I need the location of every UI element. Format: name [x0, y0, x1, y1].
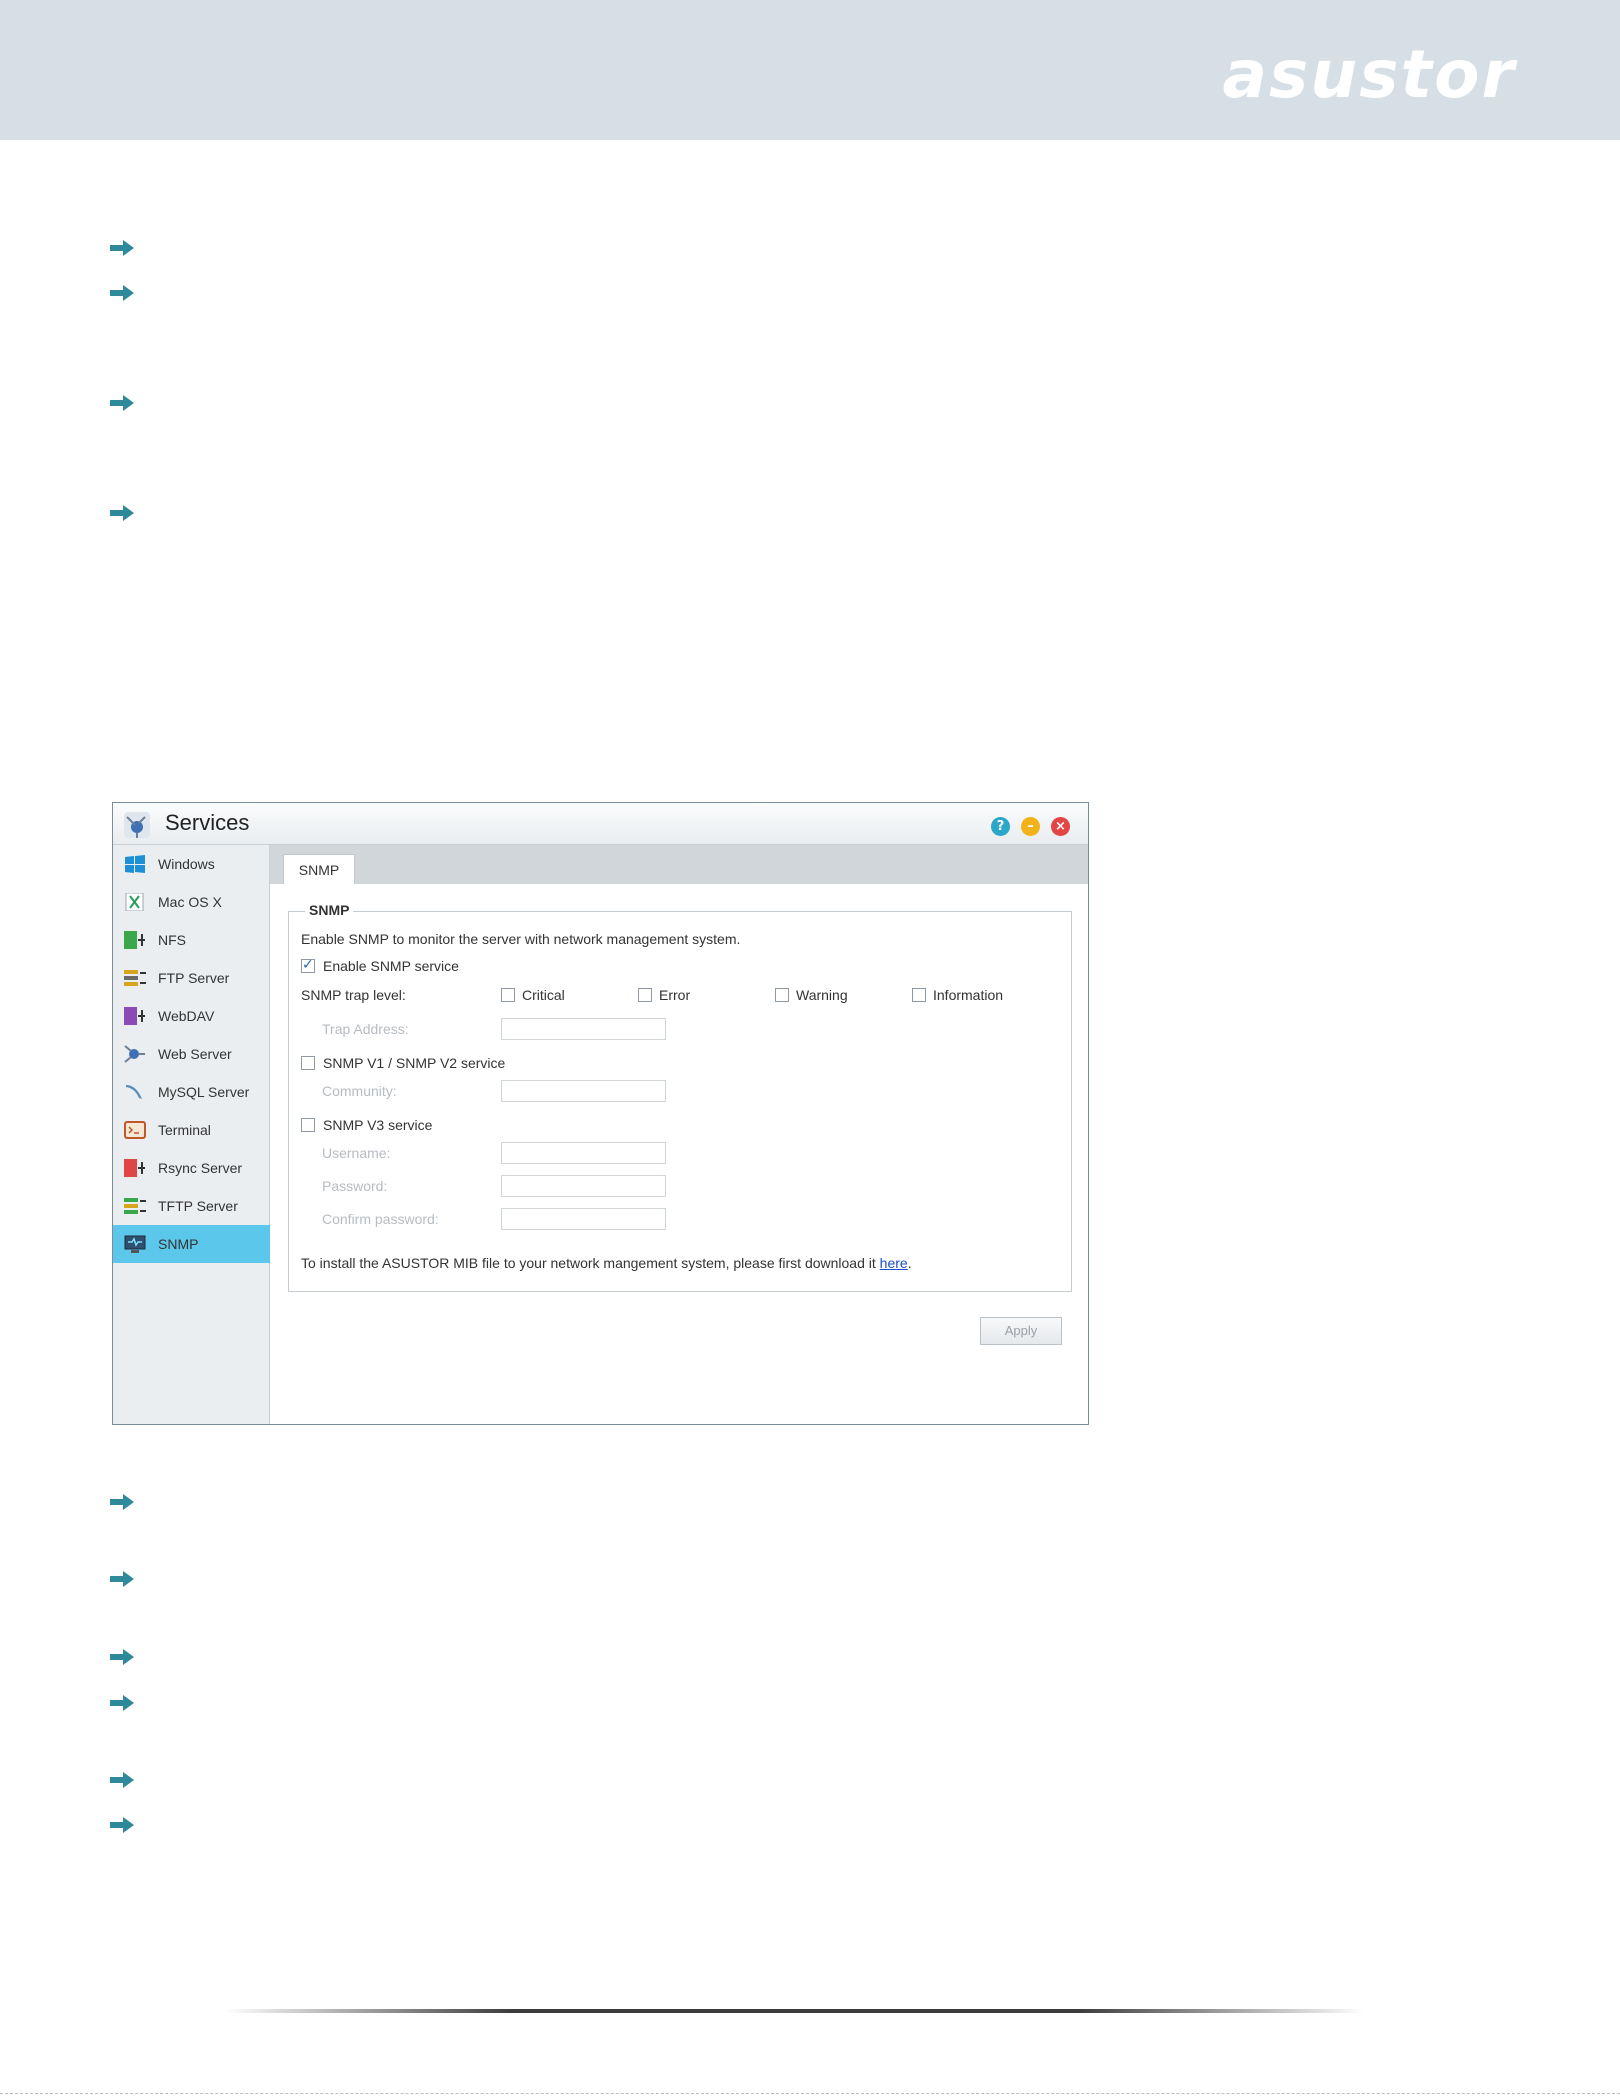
nfs-icon — [124, 931, 145, 949]
sidebar-item-label: NFS — [158, 932, 186, 948]
snmp-icon — [124, 1235, 146, 1253]
help-button[interactable]: ? — [991, 817, 1010, 836]
sidebar-item-label: Rsync Server — [158, 1160, 243, 1176]
community-label: Community: — [322, 1083, 397, 1099]
ftp-server-icon — [124, 970, 146, 986]
snmp-v3-checkbox[interactable] — [301, 1118, 315, 1132]
trap-warning-checkbox[interactable] — [775, 988, 789, 1002]
enable-snmp-checkbox[interactable] — [301, 957, 315, 973]
apply-button[interactable]: Apply — [980, 1317, 1062, 1345]
sidebar-item-label: Windows — [158, 856, 215, 872]
sidebar-item-label: Mac OS X — [158, 894, 222, 910]
sidebar-item-tftp-server[interactable]: TFTP Server — [113, 1187, 270, 1225]
mib-download-suffix: . — [907, 1255, 912, 1271]
trap-error-checkbox[interactable] — [638, 988, 652, 1002]
asustor-logo: asustor — [1222, 36, 1516, 113]
tab-strip: SNMP — [270, 845, 1088, 884]
confirm-password-input[interactable] — [501, 1208, 666, 1230]
trap-error-label: Error — [659, 987, 691, 1003]
trap-information-checkbox[interactable] — [912, 988, 926, 1002]
trap-information-label: Information — [933, 987, 1004, 1003]
sidebar-item-label: MySQL Server — [158, 1084, 250, 1100]
confirm-password-label: Confirm password: — [322, 1211, 439, 1227]
sidebar-item-nfs[interactable]: NFS — [113, 921, 270, 959]
community-input[interactable] — [501, 1080, 666, 1102]
sidebar-item-mac-os-x[interactable]: Mac OS X — [113, 883, 270, 921]
snmp-v3-label: SNMP V3 service — [323, 1117, 433, 1133]
snmp-v1-v2-checkbox[interactable] — [301, 1056, 315, 1070]
trap-level-label: SNMP trap level: — [301, 987, 406, 1003]
bullet-arrow-icon — [110, 1649, 134, 1665]
password-input[interactable] — [501, 1175, 666, 1197]
window-titlebar: Services ? – × — [113, 803, 1088, 845]
sidebar-item-ftp-server[interactable]: FTP Server — [113, 959, 270, 997]
trap-warning-label: Warning — [796, 987, 848, 1003]
footer-divider — [225, 2009, 1365, 2013]
enable-snmp-label: Enable SNMP service — [323, 958, 459, 974]
bullet-arrow-icon — [110, 1494, 134, 1510]
services-sidebar: Windows Mac OS X NFS FTP Server WebDAV W… — [113, 845, 270, 1424]
bullet-arrow-icon — [110, 1695, 134, 1711]
mib-download-note: To install the ASUSTOR MIB file to your … — [301, 1255, 912, 1271]
rsync-server-icon — [124, 1159, 145, 1177]
trap-critical-checkbox[interactable] — [501, 988, 515, 1002]
bullet-arrow-icon — [110, 1571, 134, 1587]
username-label: Username: — [322, 1145, 391, 1161]
sidebar-item-label: Terminal — [158, 1122, 211, 1138]
snmp-description: Enable SNMP to monitor the server with n… — [301, 931, 741, 947]
sidebar-item-web-server[interactable]: Web Server — [113, 1035, 270, 1073]
services-window: Services ? – × Windows Mac OS X NFS FTP … — [112, 802, 1089, 1425]
terminal-icon — [124, 1121, 146, 1139]
sidebar-item-label: Web Server — [158, 1046, 232, 1062]
bullet-arrow-icon — [110, 285, 134, 301]
sidebar-item-mysql-server[interactable]: MySQL Server — [113, 1073, 270, 1111]
bullet-arrow-icon — [110, 1772, 134, 1788]
close-button[interactable]: × — [1051, 817, 1070, 836]
snmp-v1-v2-label: SNMP V1 / SNMP V2 service — [323, 1055, 506, 1071]
trap-critical-label: Critical — [522, 987, 565, 1003]
trap-address-label: Trap Address: — [322, 1021, 409, 1037]
sidebar-item-label: TFTP Server — [158, 1198, 238, 1214]
mysql-dolphin-icon — [126, 1085, 142, 1099]
sidebar-item-terminal[interactable]: Terminal — [113, 1111, 270, 1149]
mib-download-link[interactable]: here — [880, 1255, 908, 1271]
services-app-icon — [124, 812, 150, 838]
group-legend: SNMP — [305, 902, 354, 918]
page-header-band: asustor — [0, 0, 1620, 140]
trap-address-input[interactable] — [501, 1018, 666, 1040]
windows-icon — [125, 855, 145, 873]
window-title: Services — [165, 810, 250, 835]
bullet-arrow-icon — [110, 240, 134, 256]
sidebar-item-label: SNMP — [158, 1236, 199, 1252]
tab-snmp[interactable]: SNMP — [283, 854, 355, 884]
page-bottom-dashed-line — [0, 2093, 1620, 2094]
snmp-settings-group: SNMP Enable SNMP to monitor the server w… — [288, 902, 1072, 1292]
username-input[interactable] — [501, 1142, 666, 1164]
minimize-button[interactable]: – — [1021, 817, 1040, 836]
web-server-icon — [124, 1045, 145, 1063]
snmp-panel: SNMP SNMP Enable SNMP to monitor the ser… — [270, 845, 1088, 1424]
password-label: Password: — [322, 1178, 388, 1194]
bullet-arrow-icon — [110, 505, 134, 521]
bullet-arrow-icon — [110, 395, 134, 411]
mib-download-text: To install the ASUSTOR MIB file to your … — [301, 1255, 876, 1271]
sidebar-item-webdav[interactable]: WebDAV — [113, 997, 270, 1035]
sidebar-item-label: WebDAV — [158, 1008, 215, 1024]
sidebar-item-label: FTP Server — [158, 970, 230, 986]
sidebar-item-snmp[interactable]: SNMP — [113, 1225, 270, 1263]
sidebar-item-windows[interactable]: Windows — [113, 845, 270, 883]
bullet-arrow-icon — [110, 1817, 134, 1833]
mac-os-x-icon — [125, 893, 144, 911]
tftp-server-icon — [124, 1198, 146, 1214]
sidebar-item-rsync-server[interactable]: Rsync Server — [113, 1149, 270, 1187]
webdav-icon — [124, 1007, 145, 1025]
